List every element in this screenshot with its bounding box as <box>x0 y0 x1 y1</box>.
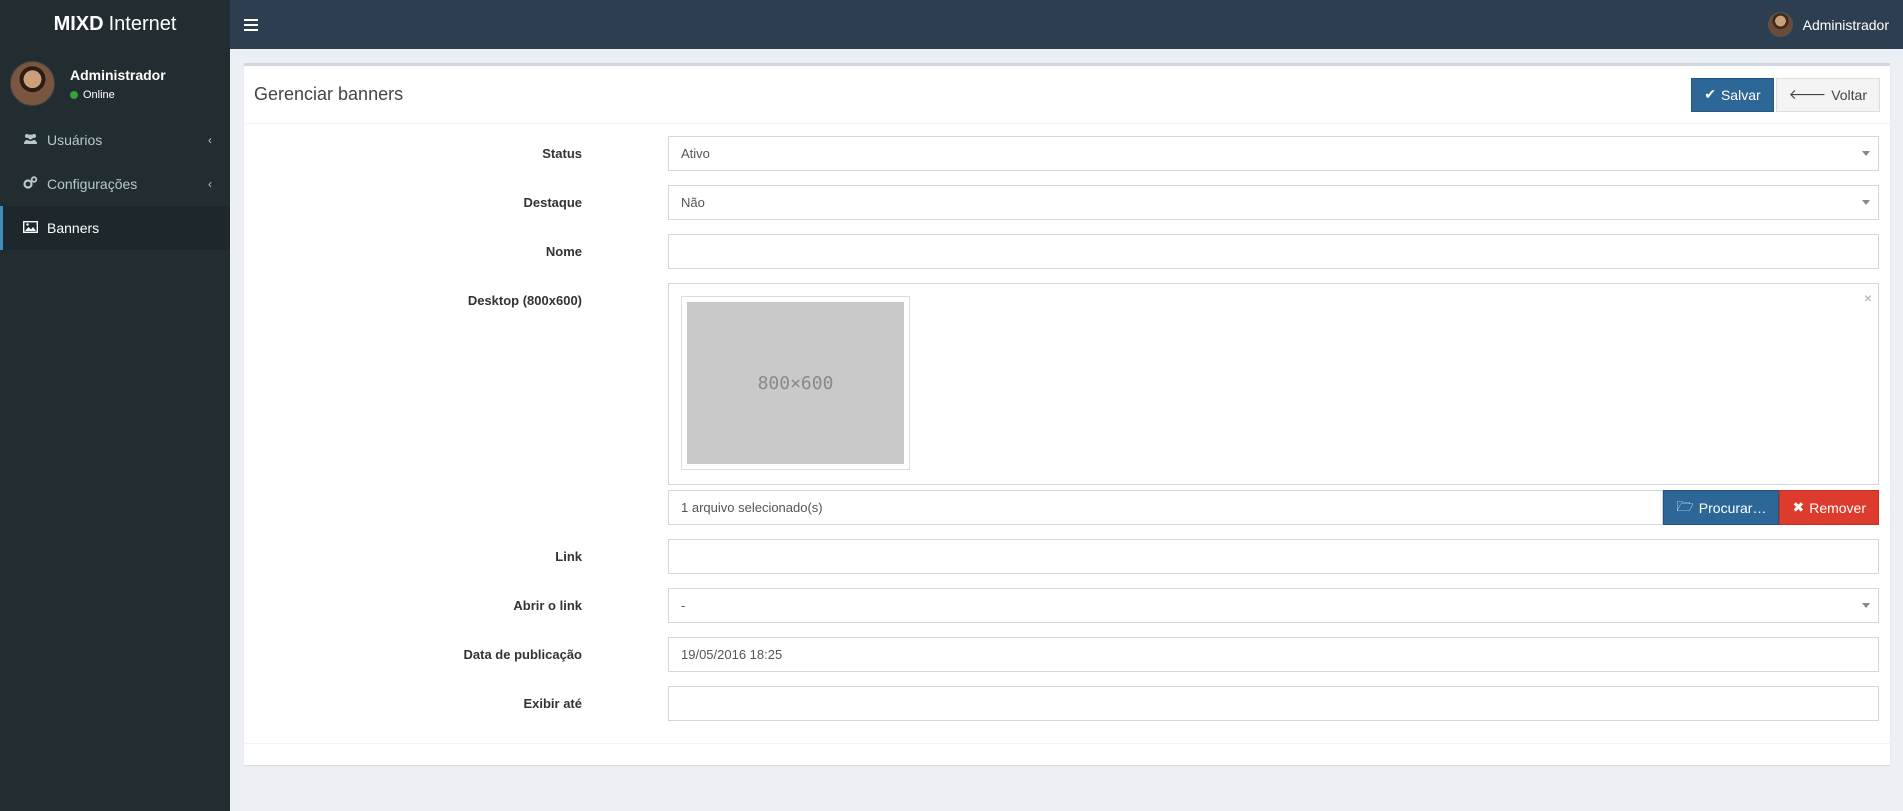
save-button-label: Salvar <box>1720 86 1761 103</box>
box-header: Gerenciar banners ✔ Salvar 🡐 Voltar <box>244 66 1890 124</box>
users-icon <box>21 133 39 148</box>
desktop-file-input: 1 arquivo selecionado(s) 🗁 Procurar… ✖ R… <box>668 490 1879 525</box>
link-label: Link <box>555 549 582 564</box>
exibir-ate-label: Exibir até <box>523 696 582 711</box>
desktop-file-preview: × 800×600 <box>668 283 1879 485</box>
caret-down-icon <box>1862 200 1870 205</box>
folder-open-icon: 🗁 <box>1676 497 1694 514</box>
sidebar-item-configuracoes[interactable]: Configurações ‹ <box>0 162 230 206</box>
destaque-select-value: Não <box>681 195 705 210</box>
data-publicacao-label: Data de publicação <box>463 647 582 662</box>
chevron-left-icon: ‹ <box>208 177 212 191</box>
avatar <box>1767 12 1793 37</box>
sidebar-item-label: Banners <box>47 220 100 236</box>
box-footer <box>244 743 1890 765</box>
caret-down-icon <box>1862 603 1870 608</box>
logo-light: Internet <box>108 13 177 35</box>
user-panel: Administrador Online <box>0 49 230 118</box>
image-icon <box>21 220 39 236</box>
data-publicacao-input[interactable]: 19/05/2016 18:25 <box>668 637 1879 672</box>
nome-input[interactable] <box>668 234 1879 269</box>
logo-bold: MIXD <box>53 13 104 35</box>
abrir-link-select[interactable]: - <box>668 588 1879 623</box>
banner-form-box: Gerenciar banners ✔ Salvar 🡐 Voltar Stat… <box>244 63 1890 765</box>
top-navbar: Administrador <box>230 0 1903 49</box>
placeholder-image: 800×600 <box>687 302 904 464</box>
menu-toggle-icon[interactable] <box>244 18 258 31</box>
exibir-ate-input[interactable] <box>668 686 1879 721</box>
abrir-link-select-value: - <box>681 598 686 613</box>
arrow-left-icon: 🡐 <box>1788 86 1827 102</box>
avatar <box>10 61 55 106</box>
back-button[interactable]: 🡐 Voltar <box>1775 77 1880 112</box>
status-select[interactable]: Ativo <box>668 136 1879 171</box>
sidebar-user-name: Administrador <box>70 66 166 83</box>
status-select-value: Ativo <box>681 146 710 161</box>
nome-label: Nome <box>545 244 582 259</box>
save-button[interactable]: ✔ Salvar <box>1691 77 1774 112</box>
cogs-icon <box>21 176 39 192</box>
sidebar-item-label: Usuários <box>47 132 103 148</box>
remove-button-label: Remover <box>1809 499 1866 516</box>
file-caption: 1 arquivo selecionado(s) <box>668 490 1664 525</box>
chevron-left-icon: ‹ <box>208 133 212 147</box>
sidebar-item-banners[interactable]: Banners <box>0 206 230 250</box>
destaque-label: Destaque <box>523 195 582 210</box>
user-menu[interactable]: Administrador <box>1767 12 1889 37</box>
sidebar-item-label: Configurações <box>47 176 138 192</box>
times-icon: ✖ <box>1792 499 1805 515</box>
destaque-select[interactable]: Não <box>668 185 1879 220</box>
caret-down-icon <box>1862 151 1870 156</box>
status-label: Status <box>542 146 582 161</box>
remove-button[interactable]: ✖ Remover <box>1779 490 1879 525</box>
back-button-label: Voltar <box>1831 86 1867 103</box>
browse-button[interactable]: 🗁 Procurar… <box>1663 490 1780 525</box>
user-status: Online <box>70 89 166 101</box>
check-icon: ✔ <box>1704 86 1716 102</box>
banner-thumbnail: 800×600 <box>681 296 910 470</box>
user-status-text: Online <box>83 88 115 101</box>
browse-button-label: Procurar… <box>1698 499 1767 516</box>
sidebar-item-usuarios[interactable]: Usuários ‹ <box>0 118 230 162</box>
desktop-label: Desktop (800x600) <box>467 293 582 308</box>
close-icon[interactable]: × <box>1864 290 1872 306</box>
abrir-link-label: Abrir o link <box>513 598 582 613</box>
online-dot-icon <box>70 90 78 99</box>
link-input[interactable] <box>668 539 1879 574</box>
app-logo[interactable]: MIXD Internet <box>0 0 230 49</box>
data-publicacao-value: 19/05/2016 18:25 <box>681 647 783 662</box>
sidebar: Administrador Online Usuários ‹ Configur… <box>0 49 230 811</box>
user-menu-name: Administrador <box>1802 16 1889 33</box>
page-title: Gerenciar banners <box>254 84 404 104</box>
